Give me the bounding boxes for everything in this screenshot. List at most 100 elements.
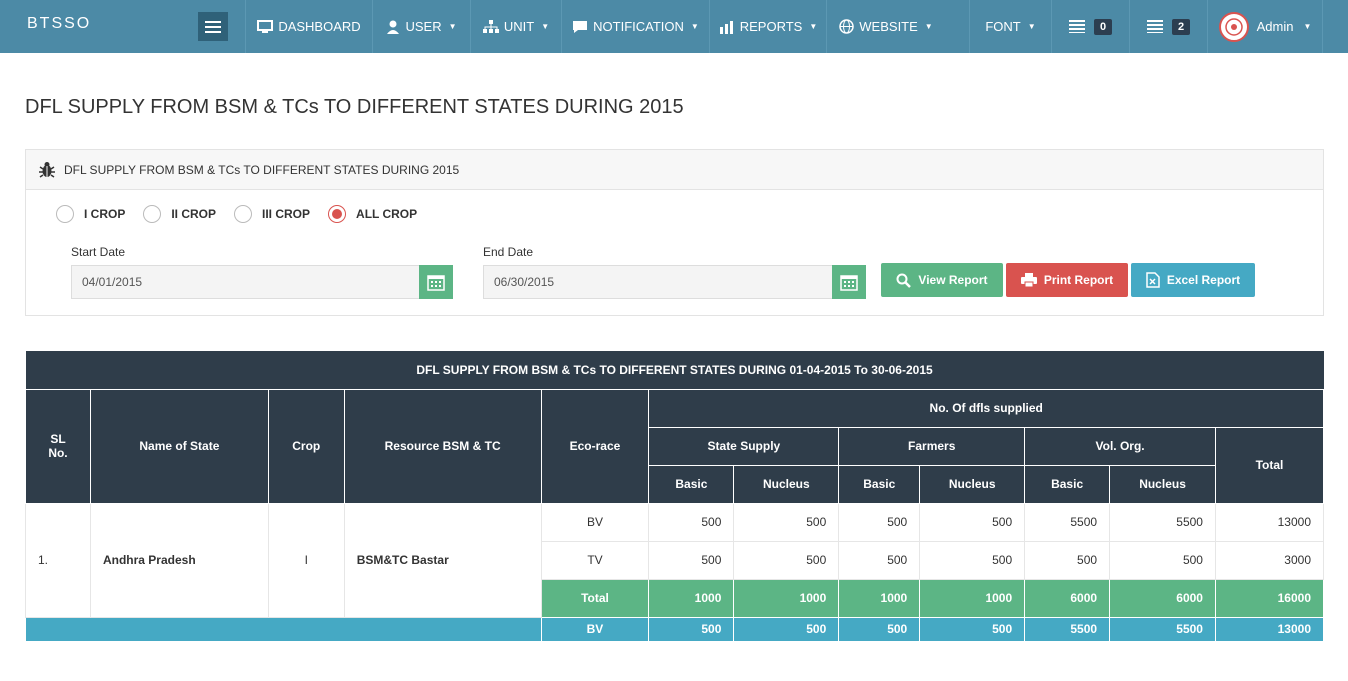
nav-user[interactable]: USER ▼ [372,0,470,53]
list-icon [1146,20,1163,33]
brand-logo[interactable]: BTSSO [27,15,91,33]
radio-crop-1[interactable] [56,205,74,223]
radio-crop-2[interactable] [143,205,162,223]
cell-value: 5500 [1024,616,1111,642]
bug-icon [39,161,55,178]
print-report-label: Print Report [1043,273,1114,287]
radio-crop-all-label[interactable]: ALL CROP [356,207,417,221]
cell-value: 3000 [1214,540,1325,580]
print-report-button[interactable]: Print Report [1006,263,1128,297]
bar-chart-icon [719,20,733,34]
cell-value: 1000 [733,578,840,618]
cell-value: 1000 [919,578,1026,618]
cell-value: 500 [919,616,1026,642]
avatar [1218,11,1249,42]
count-badge: 0 [1093,18,1113,35]
cell-value: 500 [838,502,921,542]
calendar-icon [427,274,445,291]
radio-crop-all[interactable] [328,205,347,223]
col-header-eco-race: Eco-race [540,388,650,504]
nav-list-badge-2[interactable]: 2 [1129,0,1207,53]
cell-value: 500 [648,502,735,542]
nav-admin[interactable]: Admin ▼ [1207,0,1323,53]
cell-value: 13000 [1214,616,1325,642]
cell-value: 5500 [1109,502,1216,542]
col-header-basic: Basic [838,464,921,504]
table-row: 1. Andhra Pradesh I BSM&TC Bastar BV 500… [25,502,1325,618]
cell-state: Andhra Pradesh [89,502,269,618]
col-header-total: Total [1214,426,1325,504]
col-header-vol-org: Vol. Org. [1024,426,1216,466]
cell-crop: I [267,502,345,618]
calendar-icon [840,274,858,291]
report-table: DFL SUPPLY FROM BSM & TCs TO DIFFERENT S… [25,351,1325,642]
nav-website[interactable]: WEBSITE ▼ [826,0,945,53]
caret-down-icon: ▼ [1027,22,1036,31]
nav-font[interactable]: FONT ▼ [969,0,1051,53]
caret-down-icon: ▼ [924,22,933,31]
cell-value: 1000 [838,578,921,618]
cell-eco-race: BV [540,616,650,642]
hamburger-icon [205,20,221,33]
view-report-button[interactable]: View Report [881,263,1003,297]
cell-sl: 1. [25,502,91,618]
radio-crop-1-label[interactable]: I CROP [84,207,125,221]
list-icon [1068,20,1085,33]
col-header-state-supply: State Supply [648,426,840,466]
cell-value: 13000 [1214,502,1325,542]
radio-crop-2-label[interactable]: II CROP [171,207,216,221]
caret-down-icon: ▼ [1303,22,1312,31]
caret-down-icon: ▼ [448,22,457,31]
nav-notification[interactable]: NOTIFICATION ▼ [561,0,709,53]
nav-dashboard[interactable]: DASHBOARD [245,0,372,53]
page-title: DFL SUPPLY FROM BSM & TCs TO DIFFERENT S… [25,96,684,118]
nav-unit[interactable]: UNIT ▼ [470,0,561,53]
col-header-state: Name of State [89,388,269,504]
cell-value: 5500 [1109,616,1216,642]
cell-blank [25,616,542,642]
radio-crop-3[interactable] [234,205,253,223]
nav-reports[interactable]: REPORTS ▼ [709,0,826,53]
cell-eco-race: BV [540,502,650,542]
end-date-label: End Date [483,245,534,259]
view-report-label: View Report [918,273,988,287]
cell-value: 500 [838,540,921,580]
emblem-icon [1224,17,1243,36]
start-date-input[interactable]: 04/01/2015 [71,265,420,299]
nav-notification-label: NOTIFICATION [593,19,684,34]
end-date-input[interactable]: 06/30/2015 [483,265,833,299]
col-header-sl: SL No. [25,388,91,504]
col-header-nucleus: Nucleus [1109,464,1216,504]
excel-report-label: Excel Report [1166,273,1241,287]
cell-eco-race: TV [540,540,650,580]
cell-value: 500 [648,616,735,642]
comment-icon [573,20,588,33]
nav-unit-label: UNIT [503,19,535,34]
start-calendar-button[interactable] [419,265,453,299]
cell-value: 5500 [1024,502,1111,542]
cell-eco-race: Total [540,578,650,618]
col-header-nucleus: Nucleus [733,464,840,504]
menu-toggle-button[interactable] [198,12,228,41]
col-header-farmers: Farmers [838,426,1026,466]
nav-list-badge-1[interactable]: 0 [1051,0,1129,53]
sitemap-icon [482,19,499,33]
caret-down-icon: ▼ [541,22,550,31]
radio-crop-3-label[interactable]: III CROP [262,207,310,221]
caret-down-icon: ▼ [690,22,699,31]
cell-value: 16000 [1214,578,1325,618]
cell-value: 500 [919,502,1026,542]
col-header-basic: Basic [1024,464,1111,504]
user-icon [387,20,400,34]
cell-resource: BSM&TC Bastar [343,502,542,618]
end-calendar-button[interactable] [832,265,866,299]
cell-value: 500 [733,540,840,580]
col-header-basic: Basic [648,464,735,504]
col-header-nucleus: Nucleus [919,464,1026,504]
filter-panel: DFL SUPPLY FROM BSM & TCs TO DIFFERENT S… [25,149,1324,316]
excel-report-button[interactable]: Excel Report [1131,263,1255,297]
cell-value: 6000 [1024,578,1111,618]
monitor-icon [257,19,274,33]
nav-admin-label: Admin [1256,19,1294,34]
excel-file-icon [1146,272,1160,288]
